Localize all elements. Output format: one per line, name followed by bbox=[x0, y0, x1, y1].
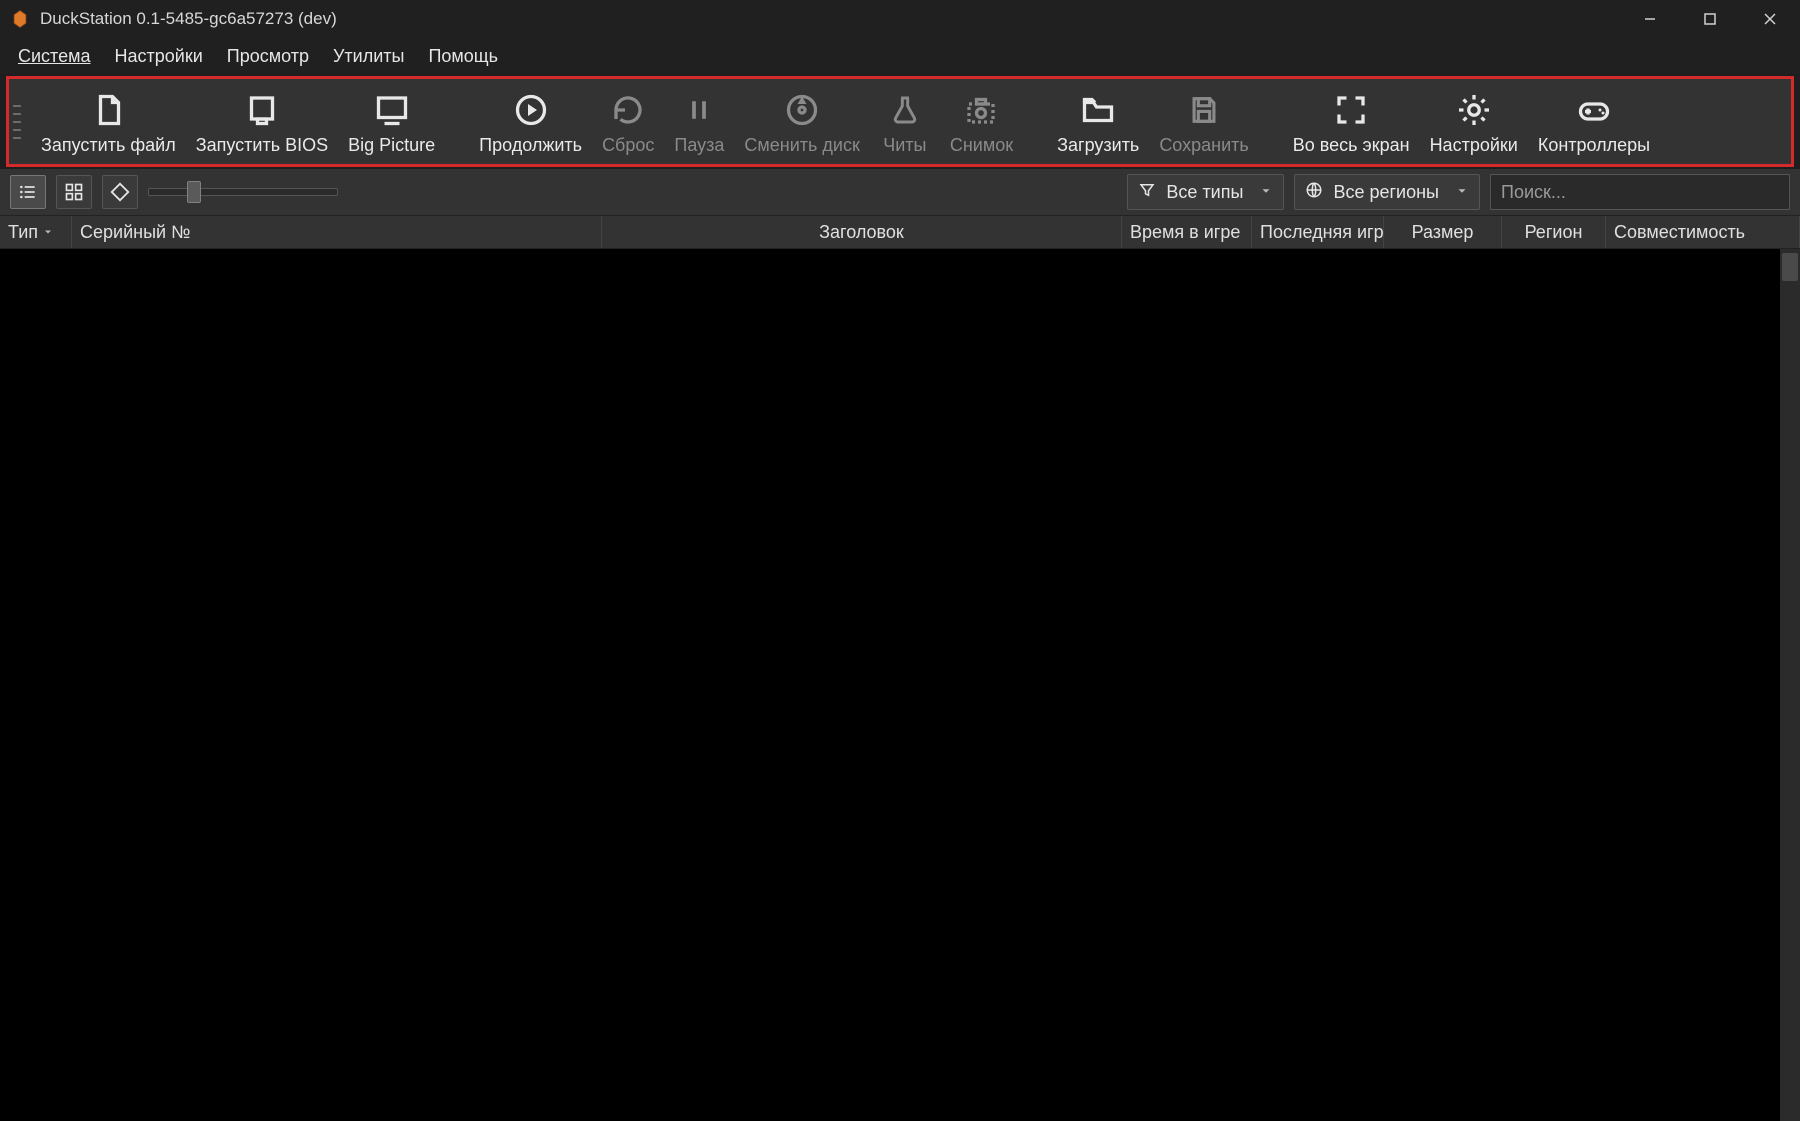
load-button[interactable]: Загрузить bbox=[1047, 85, 1149, 158]
run-bios-button[interactable]: Запустить BIOS bbox=[186, 85, 338, 158]
vertical-scrollbar[interactable] bbox=[1780, 249, 1800, 1121]
region-filter-label: Все регионы bbox=[1333, 182, 1439, 203]
chevron-down-icon bbox=[1259, 182, 1273, 203]
save-button[interactable]: Сохранить bbox=[1149, 85, 1258, 158]
gear-icon bbox=[1456, 87, 1492, 133]
camera-icon bbox=[963, 87, 999, 133]
window-title: DuckStation 0.1-5485-gc6a57273 (dev) bbox=[40, 9, 1620, 29]
cheats-button[interactable]: Читы bbox=[870, 85, 940, 158]
col-compat[interactable]: Совместимость bbox=[1606, 216, 1800, 248]
gamepad-icon bbox=[1573, 87, 1615, 133]
menu-view[interactable]: Просмотр bbox=[215, 38, 321, 74]
fullscreen-button[interactable]: Во весь экран bbox=[1283, 85, 1420, 158]
big-picture-label: Big Picture bbox=[348, 135, 435, 156]
type-filter-label: Все типы bbox=[1166, 182, 1243, 203]
title-bar: DuckStation 0.1-5485-gc6a57273 (dev) bbox=[0, 0, 1800, 38]
view-list-button[interactable] bbox=[10, 175, 46, 209]
menu-help[interactable]: Помощь bbox=[416, 38, 510, 74]
pause-icon bbox=[684, 87, 714, 133]
menu-settings[interactable]: Настройки bbox=[103, 38, 215, 74]
controllers-label: Контроллеры bbox=[1538, 135, 1650, 156]
col-region[interactable]: Регион bbox=[1502, 216, 1606, 248]
filter-icon bbox=[1138, 181, 1156, 204]
scrollbar-thumb[interactable] bbox=[1782, 253, 1798, 281]
load-label: Загрузить bbox=[1057, 135, 1139, 156]
type-filter-dropdown[interactable]: Все типы bbox=[1127, 174, 1284, 210]
reset-label: Сброс bbox=[602, 135, 654, 156]
play-icon bbox=[513, 87, 549, 133]
col-serial[interactable]: Серийный № bbox=[72, 216, 602, 248]
col-playtime[interactable]: Время в игре bbox=[1122, 216, 1252, 248]
minimize-button[interactable] bbox=[1620, 0, 1680, 38]
run-file-button[interactable]: Запустить файл bbox=[31, 85, 186, 158]
sort-desc-icon bbox=[42, 222, 54, 243]
col-type[interactable]: Тип bbox=[0, 216, 72, 248]
flask-icon bbox=[889, 87, 921, 133]
globe-icon bbox=[1305, 181, 1323, 204]
reset-button[interactable]: Сброс bbox=[592, 85, 664, 158]
menu-bar: Система Настройки Просмотр Утилиты Помощ… bbox=[0, 38, 1800, 74]
view-tag-button[interactable] bbox=[102, 175, 138, 209]
col-lastplayed[interactable]: Последняя игр bbox=[1252, 216, 1384, 248]
resume-label: Продолжить bbox=[479, 135, 582, 156]
main-toolbar: Запустить файл Запустить BIOS Big Pictur… bbox=[6, 76, 1794, 167]
chevron-down-icon bbox=[1455, 182, 1469, 203]
save-label: Сохранить bbox=[1159, 135, 1248, 156]
view-grid-button[interactable] bbox=[56, 175, 92, 209]
settings-button[interactable]: Настройки bbox=[1420, 85, 1528, 158]
change-disc-button[interactable]: Сменить диск bbox=[734, 85, 869, 158]
monitor-icon bbox=[372, 87, 412, 133]
save-icon bbox=[1187, 87, 1221, 133]
fullscreen-label: Во весь экран bbox=[1293, 135, 1410, 156]
zoom-slider[interactable] bbox=[148, 188, 338, 196]
pause-label: Пауза bbox=[674, 135, 724, 156]
big-picture-button[interactable]: Big Picture bbox=[338, 85, 445, 158]
menu-tools[interactable]: Утилиты bbox=[321, 38, 416, 74]
chip-icon bbox=[244, 87, 280, 133]
col-title[interactable]: Заголовок bbox=[602, 216, 1122, 248]
table-header: Тип Серийный № Заголовок Время в игре По… bbox=[0, 215, 1800, 249]
close-button[interactable] bbox=[1740, 0, 1800, 38]
game-list-body bbox=[0, 249, 1800, 1121]
reset-icon bbox=[610, 87, 646, 133]
pause-button[interactable]: Пауза bbox=[664, 85, 734, 158]
menu-system[interactable]: Система bbox=[6, 38, 103, 74]
folder-open-icon bbox=[1079, 87, 1117, 133]
maximize-button[interactable] bbox=[1680, 0, 1740, 38]
run-file-label: Запустить файл bbox=[41, 135, 176, 156]
file-icon bbox=[90, 87, 126, 133]
col-size[interactable]: Размер bbox=[1384, 216, 1502, 248]
resume-button[interactable]: Продолжить bbox=[469, 85, 592, 158]
toolbar-grip[interactable] bbox=[13, 105, 21, 139]
disc-icon bbox=[784, 87, 820, 133]
slider-thumb[interactable] bbox=[187, 181, 201, 203]
screenshot-button[interactable]: Снимок bbox=[940, 85, 1023, 158]
run-bios-label: Запустить BIOS bbox=[196, 135, 328, 156]
filter-bar: Все типы Все регионы bbox=[0, 169, 1800, 215]
controllers-button[interactable]: Контроллеры bbox=[1528, 85, 1660, 158]
change-disc-label: Сменить диск bbox=[744, 135, 859, 156]
fullscreen-icon bbox=[1333, 87, 1369, 133]
settings-label: Настройки bbox=[1430, 135, 1518, 156]
region-filter-dropdown[interactable]: Все регионы bbox=[1294, 174, 1480, 210]
app-icon bbox=[10, 9, 30, 29]
cheats-label: Читы bbox=[883, 135, 926, 156]
screenshot-label: Снимок bbox=[950, 135, 1013, 156]
search-input[interactable] bbox=[1490, 174, 1790, 210]
